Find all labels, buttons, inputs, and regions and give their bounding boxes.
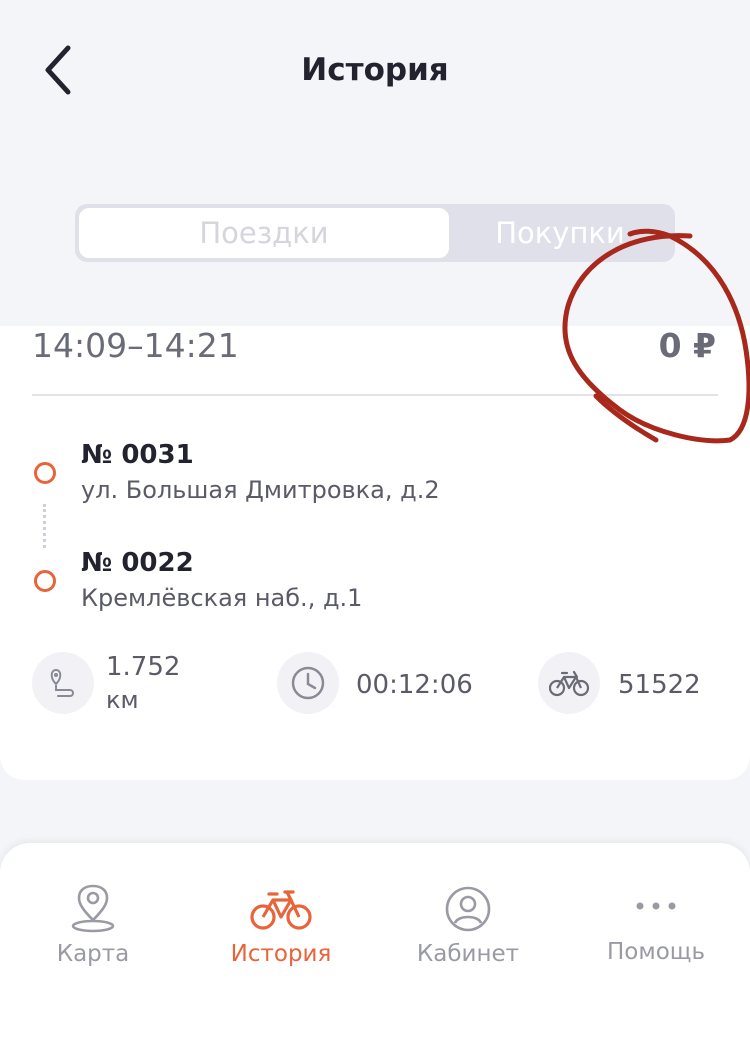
end-station-number: № 0022 bbox=[81, 548, 194, 578]
tab-cabinet-label: Кабинет bbox=[416, 941, 520, 967]
tab-map-label: Карта bbox=[56, 941, 130, 967]
tab-history[interactable]: История bbox=[191, 883, 371, 983]
start-station-number: № 0031 bbox=[81, 440, 194, 470]
trip-time-range: 14:09–14:21 bbox=[32, 326, 239, 365]
bike-icon bbox=[250, 890, 312, 930]
route-line bbox=[43, 504, 46, 548]
end-point-icon bbox=[34, 570, 56, 592]
tab-history-label: История bbox=[230, 941, 332, 967]
clock-icon bbox=[277, 652, 339, 714]
bike-id: 51522 bbox=[618, 670, 701, 700]
start-point-icon bbox=[34, 462, 56, 484]
bike-icon bbox=[538, 652, 600, 714]
divider bbox=[32, 394, 718, 396]
header: История bbox=[0, 0, 750, 140]
more-dots-icon bbox=[636, 902, 676, 910]
end-station-address: Кремлёвская наб., д.1 bbox=[81, 584, 363, 612]
tab-purchases[interactable]: Покупки bbox=[449, 208, 671, 258]
page-title: История bbox=[301, 52, 449, 88]
bottom-tab-bar: Карта История Кабинет Помощь bbox=[0, 843, 750, 1047]
tab-help[interactable]: Помощь bbox=[566, 883, 746, 983]
trip-price: 0 ₽ bbox=[658, 326, 716, 365]
tab-map[interactable]: Карта bbox=[3, 883, 183, 983]
distance-unit: км bbox=[106, 686, 139, 714]
distance-value: 1.752 bbox=[106, 652, 181, 682]
tab-help-label: Помощь bbox=[606, 939, 705, 965]
map-pin-icon bbox=[71, 884, 115, 933]
route-distance-icon bbox=[32, 652, 94, 714]
duration-value: 00:12:06 bbox=[356, 670, 473, 700]
tab-trips[interactable]: Поездки bbox=[79, 208, 449, 258]
user-icon bbox=[445, 886, 491, 932]
tab-cabinet[interactable]: Кабинет bbox=[378, 883, 558, 983]
segmented-control: Поездки Покупки bbox=[75, 204, 675, 262]
start-station-address: ул. Большая Дмитровка, д.2 bbox=[81, 476, 440, 504]
trip-card[interactable]: 14:09–14:21 0 ₽ № 0031 ул. Большая Дмитр… bbox=[0, 326, 750, 780]
